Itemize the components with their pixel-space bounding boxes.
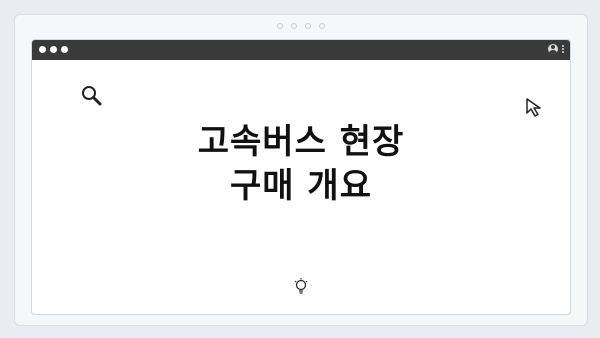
window-titlebar [32,40,570,60]
outer-dot [305,23,311,29]
headline-line-2: 구매 개요 [230,166,372,206]
outer-dot [319,23,325,29]
headline-line-1: 고속버스 현장 [197,122,405,162]
browser-window: 고속버스 현장 구매 개요 [32,40,570,314]
outer-dot [277,23,283,29]
search-icon [82,86,102,106]
window-maximize-button[interactable] [61,46,68,53]
outer-frame-dots [15,23,587,29]
page-headline: 고속버스 현장 구매 개요 [32,120,570,208]
window-close-button[interactable] [39,46,46,53]
window-controls [39,46,68,53]
user-icon[interactable] [548,44,558,54]
kebab-menu-icon[interactable] [562,45,564,53]
lightbulb-icon [294,278,308,294]
cursor-icon [526,98,541,117]
titlebar-actions [548,44,564,54]
window-minimize-button[interactable] [50,46,57,53]
outer-dot [291,23,297,29]
